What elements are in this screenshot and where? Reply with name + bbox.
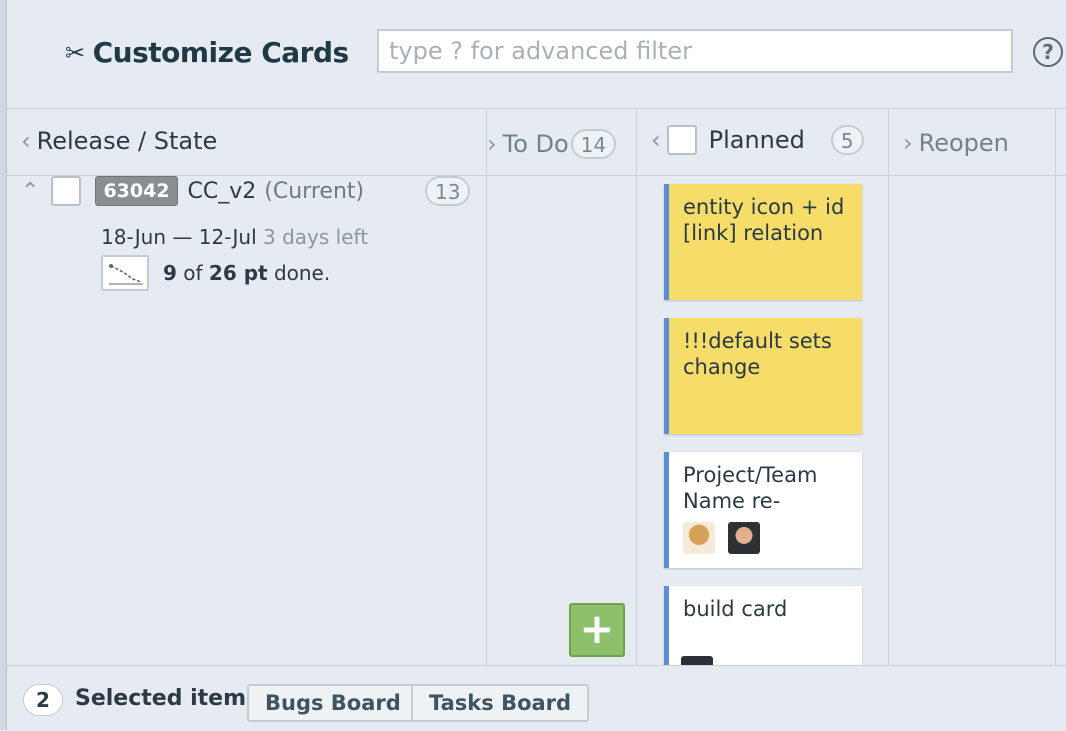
card-title: build card xyxy=(683,597,788,621)
advanced-filter-input[interactable] xyxy=(377,29,1013,73)
column-header-release-state[interactable]: ‹ Release / State xyxy=(21,127,217,155)
release-dates: 18-Jun — 12-Jul 3 days left xyxy=(101,225,368,249)
column-count-badge: 14 xyxy=(570,129,617,159)
selected-count-badge: 2 xyxy=(23,684,63,716)
page-title: ✂ Customize Cards xyxy=(65,36,349,69)
card-assignees xyxy=(683,522,848,554)
column-divider xyxy=(636,109,637,665)
release-id-badge[interactable]: 63042 xyxy=(95,176,178,206)
column-divider xyxy=(1055,109,1056,665)
column-divider xyxy=(486,109,487,665)
column-label: Planned xyxy=(708,126,805,154)
card[interactable]: !!!default sets change xyxy=(664,318,862,434)
avatar[interactable] xyxy=(683,522,715,554)
column-label: To Do xyxy=(502,130,569,158)
column-header-planned[interactable]: ‹ Planned 5 xyxy=(651,125,864,155)
card-title: !!!default sets change xyxy=(683,329,832,379)
column-label: Reopen xyxy=(918,129,1009,157)
chevron-right-icon[interactable]: › xyxy=(903,129,913,157)
card-title: Project/Team Name re- xyxy=(683,463,818,513)
add-card-button[interactable]: + xyxy=(569,603,625,657)
tasks-board-button[interactable]: Tasks Board xyxy=(411,684,590,722)
column-header-row: ‹ Release / State › To Do 14 ‹ Planned 5… xyxy=(7,109,1066,176)
release-count-badge: 13 xyxy=(425,176,471,206)
column-select-checkbox[interactable] xyxy=(666,125,697,155)
board: ‹ Release / State › To Do 14 ‹ Planned 5… xyxy=(7,109,1066,666)
burndown-line-icon xyxy=(109,264,143,285)
burndown-chart-icon[interactable] xyxy=(101,255,149,291)
column-label: Release / State xyxy=(36,127,218,155)
column-header-reopen[interactable]: › Reopen xyxy=(903,129,1009,157)
chevron-right-icon[interactable]: › xyxy=(487,130,497,158)
card[interactable]: entity icon + id [link] relation xyxy=(664,184,862,300)
release-row[interactable]: ⌃ 63042 CC_v2 (Current) 13 xyxy=(17,173,477,209)
chevron-left-icon[interactable]: ‹ xyxy=(651,126,661,154)
points-done-text: 9 of 26 pt done. xyxy=(163,261,330,285)
points-total-value: 26 pt xyxy=(208,261,268,285)
page-title-text: Customize Cards xyxy=(92,36,350,69)
column-header-todo[interactable]: › To Do 14 xyxy=(487,129,617,159)
release-date-range: 18-Jun — 12-Jul xyxy=(101,225,257,249)
left-edge-strip xyxy=(0,0,7,730)
avatar[interactable] xyxy=(727,522,760,554)
release-name[interactable]: CC_v2 xyxy=(188,179,257,204)
points-done-suffix: done. xyxy=(267,261,331,285)
column-count-badge: 5 xyxy=(830,125,864,155)
chevron-left-icon[interactable]: ‹ xyxy=(21,127,31,155)
column-divider xyxy=(888,109,889,665)
top-bar: ✂ Customize Cards ? xyxy=(7,0,1066,109)
selection-footer: 2 Selected items Bugs Board Tasks Board xyxy=(7,665,1066,731)
chevron-up-icon[interactable]: ⌃ xyxy=(21,179,39,204)
points-done-of: of xyxy=(176,261,209,285)
card[interactable]: build card xyxy=(664,586,862,666)
release-days-left: 3 days left xyxy=(263,225,369,249)
points-done-value: 9 xyxy=(163,261,177,285)
bugs-board-button[interactable]: Bugs Board xyxy=(247,684,419,722)
release-checkbox[interactable] xyxy=(51,176,82,206)
release-status: (Current) xyxy=(264,178,365,204)
selected-items-label: Selected items xyxy=(75,686,260,711)
card[interactable]: Project/Team Name re- xyxy=(664,452,862,568)
card-title: entity icon + id [link] relation xyxy=(683,195,845,245)
help-icon[interactable]: ? xyxy=(1033,37,1063,67)
scissors-icon: ✂ xyxy=(65,38,85,67)
